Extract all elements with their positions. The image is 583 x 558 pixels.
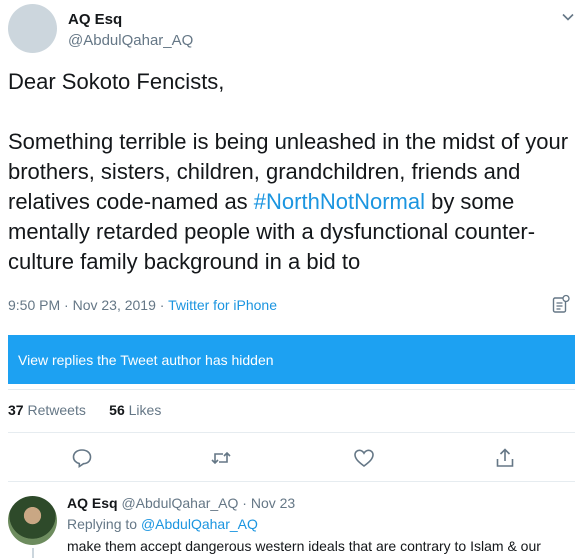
share-icon[interactable] <box>493 446 517 470</box>
reply-text: make them accept dangerous western ideal… <box>67 538 541 554</box>
retweets-stat[interactable]: 37 Retweets <box>8 402 86 418</box>
avatar[interactable] <box>8 4 57 53</box>
replying-to-handle[interactable]: @AbdulQahar_AQ <box>141 516 258 532</box>
replying-to-label: Replying to <box>67 516 141 532</box>
replying-to: Replying to @AbdulQahar_AQ <box>67 516 258 532</box>
hidden-replies-label: View replies the Tweet author has hidden <box>18 352 274 368</box>
retweet-icon[interactable] <box>209 446 233 470</box>
author-name[interactable]: AQ Esq <box>68 11 122 28</box>
retweets-count: 37 <box>8 402 24 418</box>
tweet-header: AQ Esq @AbdulQahar_AQ <box>8 4 575 56</box>
reply-avatar[interactable] <box>8 496 57 545</box>
tweet-source[interactable]: Twitter for iPhone <box>168 297 277 313</box>
likes-count: 56 <box>109 402 125 418</box>
reply-icon[interactable] <box>70 446 94 470</box>
retweets-label: Retweets <box>27 402 86 418</box>
tweet-stats: 37 Retweets 56 Likes <box>8 402 161 418</box>
author-handle[interactable]: @AbdulQahar_AQ <box>68 32 193 49</box>
reply-handle-date[interactable]: @AbdulQahar_AQ · Nov 23 <box>121 495 295 511</box>
likes-stat[interactable]: 56 Likes <box>109 402 161 418</box>
heart-icon[interactable] <box>352 446 376 470</box>
tweet: AQ Esq @AbdulQahar_AQ Dear Sokoto Fencis… <box>0 0 583 558</box>
thread-line <box>32 548 34 558</box>
tweet-text: Dear Sokoto Fencists, Something terrible… <box>8 67 578 277</box>
reply-header: AQ Esq @AbdulQahar_AQ · Nov 23 <box>67 495 295 511</box>
tweet-actions <box>0 446 583 476</box>
divider <box>8 389 575 390</box>
hashtag-link[interactable]: #NorthNotNormal <box>254 189 425 214</box>
tweet-meta: 9:50 PM · Nov 23, 2019 · Twitter for iPh… <box>8 297 277 313</box>
divider <box>8 432 575 433</box>
analytics-icon[interactable] <box>551 294 571 314</box>
tweet-timestamp[interactable]: 9:50 PM · Nov 23, 2019 · <box>8 297 168 313</box>
reply-tweet[interactable]: AQ Esq @AbdulQahar_AQ · Nov 23 Replying … <box>0 488 583 558</box>
hidden-replies-button[interactable]: View replies the Tweet author has hidden <box>8 335 575 384</box>
reply-author-name[interactable]: AQ Esq <box>67 495 118 511</box>
divider <box>8 481 575 482</box>
likes-label: Likes <box>128 402 162 418</box>
chevron-down-icon[interactable] <box>561 10 575 24</box>
